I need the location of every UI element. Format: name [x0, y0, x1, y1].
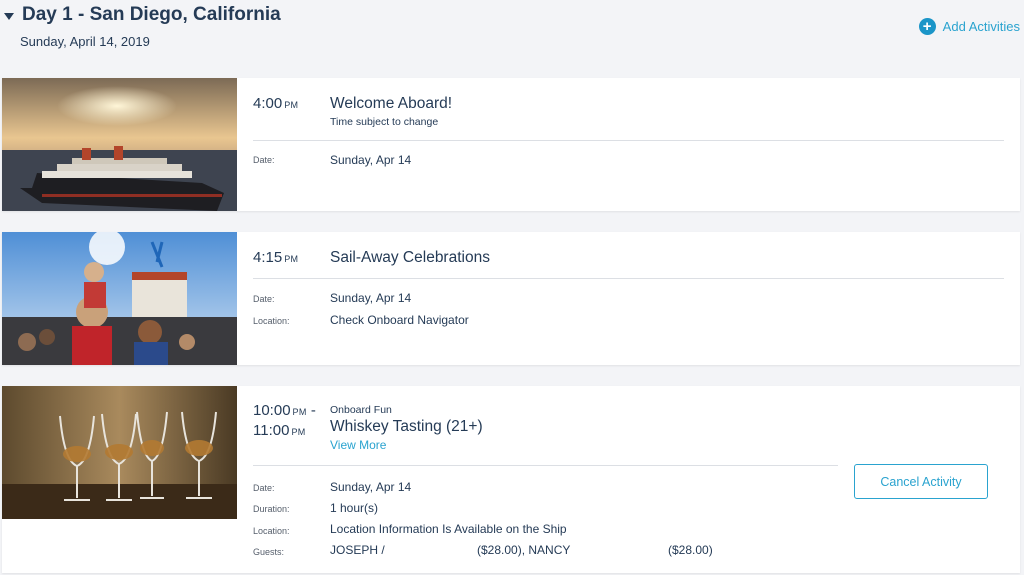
time-value: 4:15 — [253, 249, 283, 266]
time-ampm: PM — [284, 100, 299, 110]
location-value: Check Onboard Navigator — [330, 313, 469, 327]
date-label: Date: — [253, 294, 275, 304]
activity-subtitle: Time subject to change — [330, 116, 439, 128]
time-ampm: PM — [284, 254, 299, 264]
location-label: Location: — [253, 316, 290, 326]
location-value: Location Information Is Available on the… — [330, 522, 567, 536]
activity-card-whiskey: 10:00 PM - 11:00 PM Onboard Fun Whiskey Ta… — [2, 386, 1020, 573]
caret-down-icon — [4, 12, 14, 20]
guests-value: JOSEPH / — [330, 543, 385, 557]
time-start-value: 10:00 — [253, 402, 291, 419]
add-activities-button[interactable]: + Add Activities — [918, 18, 1020, 35]
time-start-ampm: PM — [292, 407, 307, 417]
plus-circle-icon: + — [918, 18, 936, 35]
sailaway-celebration-image — [2, 232, 237, 365]
add-activities-label: Add Activities — [942, 19, 1020, 34]
activity-card-welcome: 4:00 PM Welcome Aboard! Time subject to c… — [2, 78, 1020, 211]
date-label: Date: — [253, 155, 275, 165]
activity-category: Onboard Fun — [330, 404, 392, 416]
cancel-activity-button[interactable]: Cancel Activity — [854, 464, 988, 499]
location-label: Location: — [253, 526, 290, 536]
activity-title: Sail-Away Celebrations — [330, 249, 490, 266]
activity-time-end: 11:00 PM — [253, 421, 306, 442]
divider — [253, 140, 1004, 141]
divider — [253, 278, 1004, 279]
date-value: Sunday, Apr 14 — [330, 153, 412, 167]
date-value: Sunday, Apr 14 — [330, 291, 412, 305]
time-end-ampm: PM — [291, 427, 306, 437]
whiskey-glasses-image — [2, 386, 237, 519]
time-value: 4:00 — [253, 95, 283, 112]
day-header: Day 1 - San Diego, California Sunday, Ap… — [0, 0, 1024, 70]
day-toggle[interactable]: Day 1 - San Diego, California — [4, 4, 281, 26]
activity-time: 4:15 PM — [253, 248, 298, 269]
activity-title: Welcome Aboard! — [330, 95, 453, 112]
guest-amount-2: ($28.00) — [668, 543, 713, 557]
time-end-value: 11:00 — [253, 422, 290, 439]
day-date: Sunday, April 14, 2019 — [20, 34, 150, 49]
day-title: Day 1 - San Diego, California — [22, 4, 281, 25]
activity-card-sailaway: 4:15 PM Sail-Away Celebrations Date: Sund… — [2, 232, 1020, 365]
activity-time-start: 10:00 PM - — [253, 402, 316, 419]
date-label: Date: — [253, 483, 275, 493]
divider — [253, 465, 838, 466]
guests-label: Guests: — [253, 547, 285, 557]
cruise-ship-image — [2, 78, 237, 211]
activity-title: Whiskey Tasting (21+) — [330, 418, 483, 435]
duration-label: Duration: — [253, 504, 290, 514]
guest-amount-1: ($28.00), NANCY — [477, 543, 571, 557]
activity-time: 4:00 PM — [253, 94, 298, 115]
duration-value: 1 hour(s) — [330, 501, 379, 515]
view-more-link[interactable]: View More — [330, 438, 386, 452]
date-value: Sunday, Apr 14 — [330, 480, 412, 494]
